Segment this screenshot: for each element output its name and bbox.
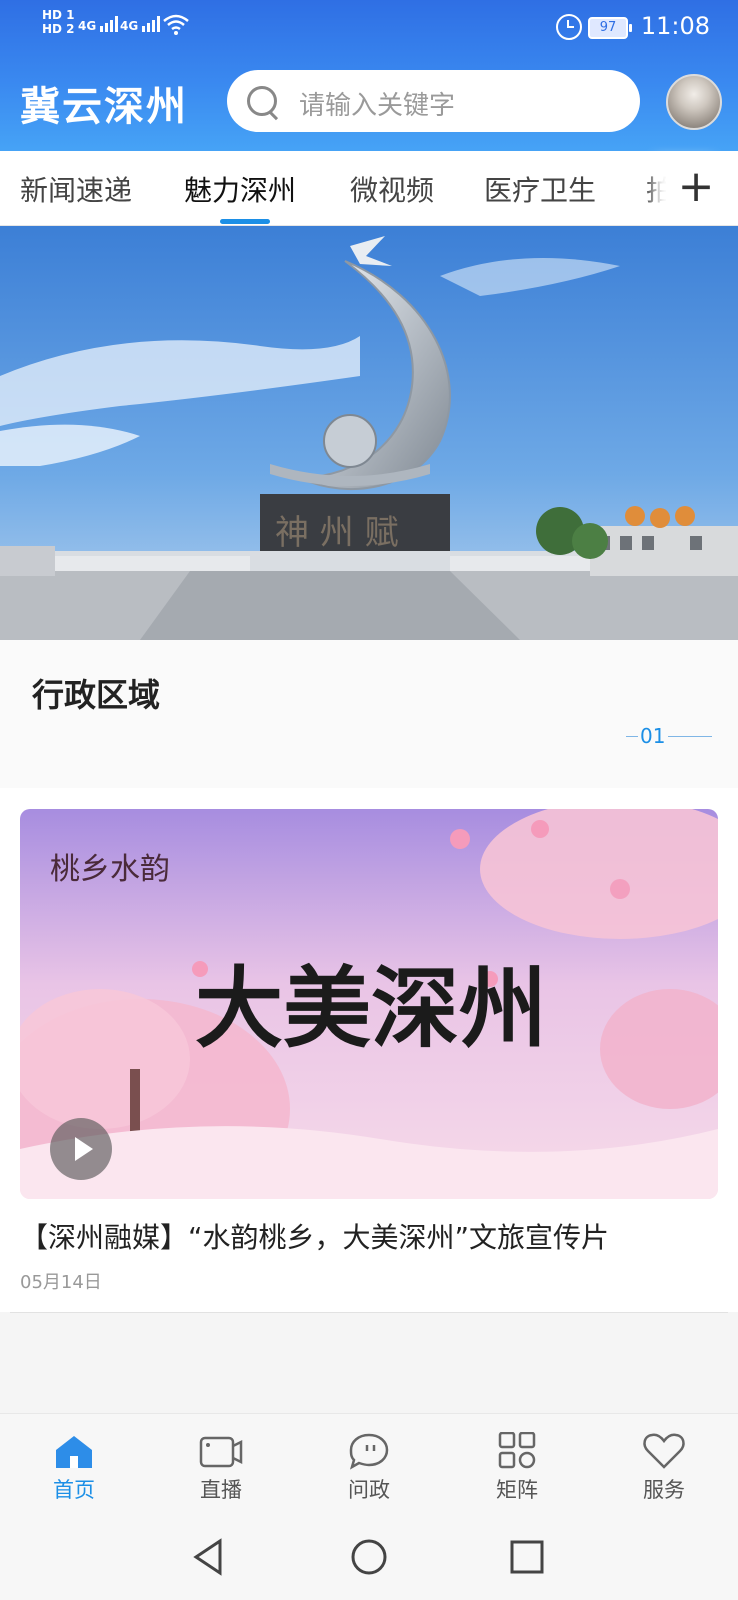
nav-live-label: 直播 — [200, 1478, 242, 1502]
play-button[interactable] — [50, 1118, 112, 1180]
tab-news[interactable]: 新闻速递 — [20, 169, 132, 209]
search-icon — [247, 86, 277, 116]
clock: 11:08 — [640, 12, 710, 40]
signal-icon-2: 4G — [120, 14, 164, 33]
home-circle-icon[interactable] — [349, 1537, 389, 1577]
hd2-label: HD 2 — [42, 22, 75, 36]
pager-line-left — [626, 736, 638, 737]
nav-home[interactable]: 首页 — [34, 1432, 114, 1504]
grid-icon — [495, 1431, 539, 1470]
nav-matrix-label: 矩阵 — [496, 1478, 538, 1502]
pager-indicator: 01 — [626, 724, 712, 748]
thumbnail-main-text: 大美深州 — [195, 956, 547, 1060]
nav-inquiry-label: 问政 — [348, 1478, 390, 1502]
network-type-2: 4G — [120, 19, 139, 33]
status-bar: HD 1 HD 2 4G 4G 97 11:08 — [0, 0, 738, 50]
recent-apps-icon[interactable] — [507, 1537, 547, 1577]
svg-text:神 州 赋: 神 州 赋 — [275, 513, 399, 553]
nav-matrix[interactable]: 矩阵 — [477, 1431, 557, 1504]
nav-home-label: 首页 — [53, 1478, 95, 1502]
category-tabs: 新闻速递 魅力深州 微视频 医疗卫生 拍 + — [0, 151, 738, 226]
nav-service[interactable]: 服务 — [624, 1432, 704, 1504]
hd1-label: HD 1 — [42, 8, 75, 22]
search-placeholder: 请输入关键字 — [299, 91, 456, 121]
app-header: HD 1 HD 2 4G 4G 97 11:08 冀云深州 请输入关键字 — [0, 0, 738, 151]
bottom-navigation: 首页 直播 问政 矩阵 服务 — [0, 1413, 738, 1516]
tab-health[interactable]: 医疗卫生 — [484, 169, 596, 209]
avatar[interactable] — [666, 74, 722, 130]
add-tab-button[interactable]: + — [666, 159, 726, 215]
app-title: 冀云深州 — [20, 84, 188, 130]
wifi-icon — [163, 14, 189, 35]
home-icon — [52, 1432, 96, 1470]
pager-number: 01 — [640, 724, 666, 748]
signal-icon: 4G — [78, 14, 122, 33]
heart-icon — [642, 1432, 686, 1470]
section-title: 行政区域 — [32, 676, 161, 714]
article-date: 05月14日 — [20, 1272, 102, 1293]
video-camera-icon — [199, 1432, 243, 1470]
active-tab-indicator — [220, 219, 270, 224]
thumbnail-logo-text: 桃乡水韵 — [50, 852, 170, 887]
nav-inquiry[interactable]: 问政 — [329, 1432, 409, 1504]
tab-charm-shenzhou[interactable]: 魅力深州 — [184, 169, 296, 209]
search-input[interactable]: 请输入关键字 — [227, 70, 640, 132]
nav-live[interactable]: 直播 — [181, 1432, 261, 1504]
divider — [10, 1312, 728, 1313]
battery-indicator: 97 — [588, 17, 632, 39]
back-icon[interactable] — [190, 1537, 230, 1577]
article-title[interactable]: 【深州融媒】“水韵桃乡，大美深州”文旅宣传片 — [20, 1216, 609, 1256]
banner-image[interactable]: 神 州 赋 — [0, 226, 738, 640]
alarm-icon — [556, 14, 582, 40]
chat-bubble-icon — [347, 1432, 391, 1470]
admin-region-card[interactable]: 行政区域 01 — [0, 640, 738, 788]
video-thumbnail[interactable]: 桃乡水韵 大美深州 — [20, 809, 718, 1199]
system-navigation-bar — [0, 1515, 738, 1600]
network-type-1: 4G — [78, 19, 97, 33]
tab-micro-video[interactable]: 微视频 — [350, 169, 434, 209]
sim-indicators: HD 1 HD 2 — [42, 8, 75, 36]
nav-service-label: 服务 — [643, 1478, 685, 1502]
pager-line-right — [668, 736, 712, 737]
